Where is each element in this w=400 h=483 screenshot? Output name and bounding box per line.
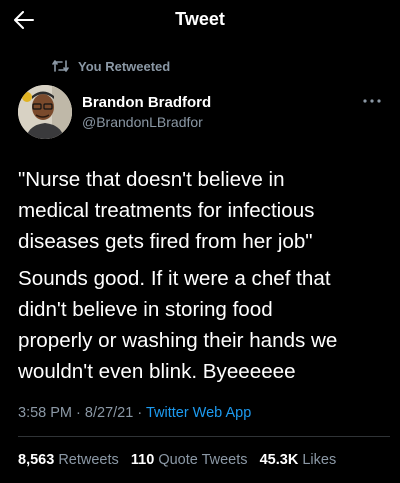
- top-bar: Tweet: [0, 0, 400, 42]
- tweet-text-line: "Nurse that doesn't believe in: [18, 168, 285, 191]
- author-handle[interactable]: @BrandonLBradfor: [82, 114, 203, 130]
- divider: [18, 436, 390, 437]
- tweet-metadata: 3:58 PM · 8/27/21 · Twitter Web App: [18, 405, 251, 421]
- tweet-text-line: didn't believe in storing food: [18, 298, 273, 321]
- retweet-context-label: You Retweeted: [78, 58, 171, 74]
- separator-dot: ·: [137, 405, 143, 421]
- retweets-count: 8,563: [18, 452, 55, 468]
- retweet-context: You Retweeted: [52, 57, 170, 75]
- page-title: Tweet: [175, 9, 225, 29]
- avatar[interactable]: [18, 85, 72, 139]
- likes-count: 45.3K: [259, 452, 299, 468]
- tweet-text-line: properly or washing their hands we: [18, 329, 338, 352]
- tweet-text-line: wouldn't even blink. Byeeeeee: [18, 360, 296, 383]
- tweet-source-link[interactable]: Twitter Web App: [146, 405, 251, 421]
- more-options-icon: [363, 99, 381, 103]
- tweet-time[interactable]: 3:58 PM: [18, 405, 72, 421]
- avatar-image: [18, 85, 72, 139]
- separator-dot: ·: [76, 405, 81, 421]
- tweet-text-line: diseases gets fired from her job": [18, 230, 313, 253]
- quote-tweets-count: 110: [130, 452, 155, 468]
- retweets-label: Retweets: [58, 452, 119, 468]
- tweet-date[interactable]: 8/27/21: [85, 405, 133, 421]
- author-name[interactable]: Brandon Bradford: [82, 94, 211, 111]
- engagement-stats: 8,563 Retweets 110 Quote Tweets 45.3K Li…: [18, 452, 336, 468]
- tweet-text: "Nurse that doesn't believe in medical t…: [18, 164, 388, 387]
- tweet-text-line: medical treatments for infectious: [18, 199, 315, 222]
- retweets-stat[interactable]: 8,563 Retweets: [18, 452, 123, 468]
- quote-tweets-label: Quote Tweets: [158, 452, 248, 468]
- retweet-icon: [52, 60, 69, 72]
- quote-tweets-stat[interactable]: 110 Quote Tweets: [131, 452, 252, 468]
- tweet-text-line: Sounds good. If it were a chef that: [18, 267, 331, 290]
- more-options-button[interactable]: [362, 94, 384, 106]
- likes-stat[interactable]: 45.3K Likes: [260, 452, 337, 468]
- likes-label: Likes: [302, 452, 337, 468]
